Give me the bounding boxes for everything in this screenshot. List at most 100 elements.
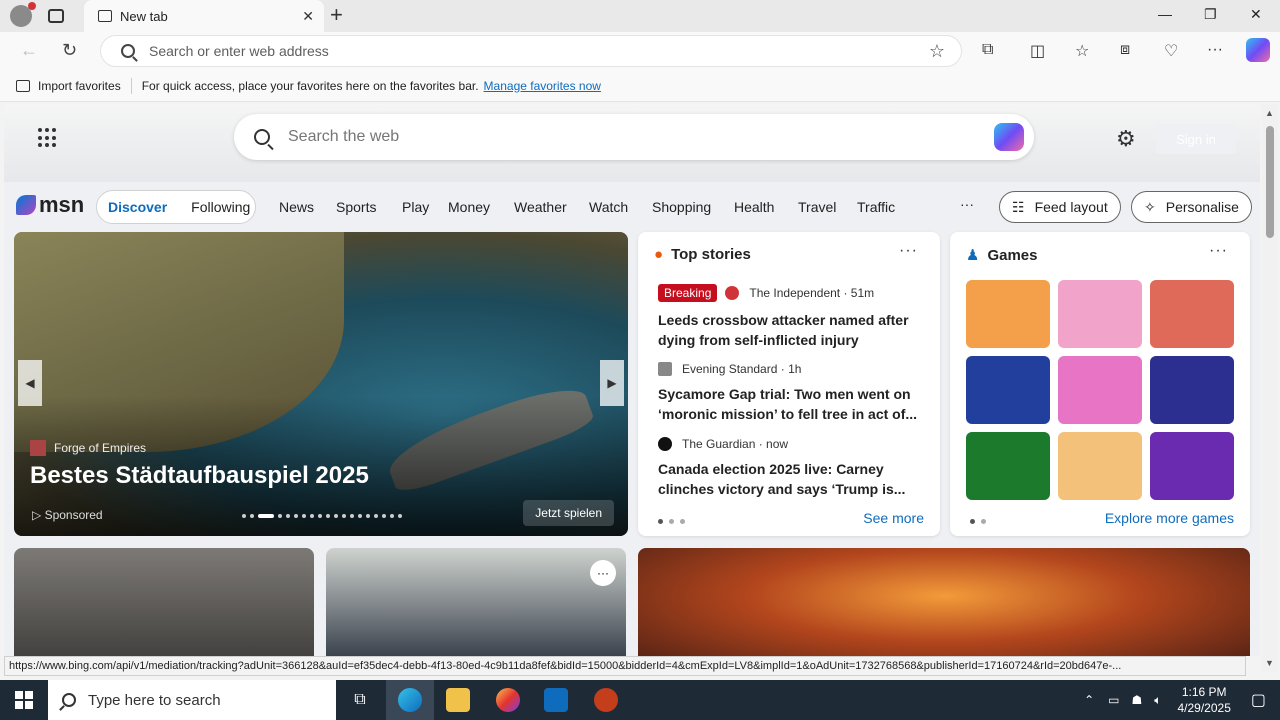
game-tile[interactable]: [1150, 356, 1234, 424]
msn-logo[interactable]: msn: [16, 192, 84, 218]
game-tile[interactable]: [966, 432, 1050, 500]
card-more-icon[interactable]: ···: [1209, 242, 1228, 260]
game-tile[interactable]: [966, 356, 1050, 424]
copilot-icon[interactable]: [994, 123, 1024, 151]
network-icon[interactable]: ☗: [1132, 693, 1143, 707]
hero-title[interactable]: Bestes Städtaufbauspiel 2025: [30, 462, 369, 490]
task-view-icon[interactable]: ⧉: [336, 680, 384, 720]
browser-essentials-icon[interactable]: ♡: [1164, 41, 1178, 61]
game-tile[interactable]: [1058, 432, 1142, 500]
nav-money[interactable]: Money: [448, 199, 490, 215]
personalise-icon: ✧: [1144, 198, 1156, 215]
story-headline[interactable]: Canada election 2025 live: Carney clinch…: [658, 459, 920, 499]
clock-time: 1:16 PM: [1181, 685, 1227, 699]
settings-gear-icon[interactable]: ⚙: [1116, 126, 1136, 152]
sliders-icon: ☷: [1012, 198, 1025, 215]
powerpoint-icon[interactable]: [582, 680, 630, 720]
refresh-icon[interactable]: ↻: [62, 40, 77, 61]
more-menu-icon[interactable]: ···: [1207, 41, 1223, 59]
start-button[interactable]: [0, 680, 48, 720]
minimize-icon[interactable]: —: [1158, 6, 1172, 22]
clock[interactable]: 1:16 PM 4/29/2025: [1177, 684, 1230, 716]
extensions-icon[interactable]: ⧉: [982, 41, 993, 59]
nav-sports[interactable]: Sports: [336, 199, 376, 215]
feed-layout-label: Feed layout: [1034, 199, 1108, 215]
web-search-box[interactable]: Search the web: [234, 114, 1034, 160]
carousel-next-icon[interactable]: ▶: [600, 360, 624, 406]
firefox-icon[interactable]: [484, 680, 532, 720]
story-item[interactable]: Evening Standard · 1h Sycamore Gap trial…: [658, 362, 920, 424]
story-item[interactable]: The Guardian · now Canada election 2025 …: [658, 437, 920, 499]
scroll-up-icon[interactable]: ▲: [1265, 108, 1274, 118]
nav-play[interactable]: Play: [402, 199, 429, 215]
restore-icon[interactable]: ❐: [1204, 6, 1217, 23]
story-item[interactable]: Breaking The Independent · 51m Leeds cro…: [658, 284, 920, 350]
personalise-button[interactable]: ✧ Personalise: [1131, 191, 1252, 223]
favorite-star-icon[interactable]: ☆: [929, 41, 945, 62]
news-thumbnail[interactable]: ···: [326, 548, 626, 656]
copilot-icon[interactable]: [1246, 38, 1270, 62]
address-bar[interactable]: Search or enter web address ☆: [100, 35, 962, 67]
news-thumbnail[interactable]: [638, 548, 1250, 656]
favorites-bar: Import favorites For quick access, place…: [0, 70, 1280, 102]
volume-icon[interactable]: 🔈︎: [1154, 693, 1161, 708]
nav-news[interactable]: News: [279, 199, 314, 215]
feed-layout-button[interactable]: ☷ Feed layout: [999, 191, 1121, 223]
nav-health[interactable]: Health: [734, 199, 774, 215]
story-headline[interactable]: Leeds crossbow attacker named after dyin…: [658, 310, 920, 350]
new-tab-button[interactable]: +: [330, 4, 343, 26]
taskbar-search[interactable]: Type here to search: [48, 680, 336, 720]
import-favorites-button[interactable]: Import favorites: [38, 79, 121, 93]
scroll-down-icon[interactable]: ▼: [1265, 658, 1274, 668]
back-icon[interactable]: ←: [20, 40, 38, 61]
nav-more-icon[interactable]: ···: [960, 196, 974, 212]
carousel-prev-icon[interactable]: ◀: [18, 360, 42, 406]
news-thumbnail[interactable]: [14, 548, 314, 656]
favorites-icon[interactable]: ☆: [1075, 41, 1089, 61]
address-input[interactable]: Search or enter web address: [149, 43, 329, 59]
game-tile[interactable]: [1058, 356, 1142, 424]
file-explorer-icon[interactable]: [434, 680, 482, 720]
nav-travel[interactable]: Travel: [798, 199, 836, 215]
tab-following[interactable]: Following: [191, 199, 250, 215]
scrollbar-thumb[interactable]: [1266, 126, 1274, 238]
tab-actions-icon[interactable]: [48, 9, 64, 23]
hero-sponsored: ▷ Sponsored: [32, 508, 103, 522]
see-more-link[interactable]: See more: [863, 510, 924, 526]
sign-in-button[interactable]: Sign in: [1156, 124, 1236, 154]
profile-icon[interactable]: [10, 2, 36, 27]
outlook-icon[interactable]: [532, 680, 580, 720]
edge-taskbar-icon[interactable]: [386, 680, 434, 720]
top-stories-title: Top stories: [671, 246, 751, 263]
card-more-icon[interactable]: ···: [899, 242, 918, 260]
nav-watch[interactable]: Watch: [589, 199, 628, 215]
web-search-input[interactable]: Search the web: [288, 128, 399, 146]
game-tile[interactable]: [1150, 432, 1234, 500]
nav-shopping[interactable]: Shopping: [652, 199, 711, 215]
manage-favorites-link[interactable]: Manage favorites now: [484, 79, 601, 93]
independent-logo-icon: [725, 286, 740, 300]
tray-chevron-icon[interactable]: ⌃: [1084, 693, 1094, 707]
taskbar-search-input[interactable]: Type here to search: [88, 692, 221, 709]
collections-icon[interactable]: ⧈: [1120, 41, 1130, 59]
tab-discover[interactable]: Discover: [108, 199, 167, 215]
close-window-icon[interactable]: ✕: [1250, 6, 1262, 23]
notifications-icon[interactable]: ▢: [1251, 690, 1266, 710]
game-tile[interactable]: [966, 280, 1050, 348]
tab-new-tab[interactable]: New tab ✕: [84, 0, 324, 32]
nav-traffic[interactable]: Traffic: [857, 199, 895, 215]
hero-carousel[interactable]: Forge of Empires Bestes Städtaufbauspiel…: [14, 232, 628, 536]
device-icon[interactable]: ▭: [1108, 693, 1119, 707]
split-screen-icon[interactable]: ◫: [1030, 41, 1045, 61]
story-source-label: Evening Standard · 1h: [682, 362, 802, 376]
game-tile[interactable]: [1058, 280, 1142, 348]
explore-games-link[interactable]: Explore more games: [1105, 510, 1234, 526]
story-headline[interactable]: Sycamore Gap trial: Two men went on ‘mor…: [658, 384, 920, 424]
game-tile[interactable]: [1150, 280, 1234, 348]
page-scrollbar[interactable]: ▲ ▼: [1262, 104, 1278, 672]
nav-weather[interactable]: Weather: [514, 199, 567, 215]
apps-launcher-icon[interactable]: [38, 128, 58, 148]
card-more-icon[interactable]: ···: [590, 560, 616, 586]
hero-cta-button[interactable]: Jetzt spielen: [523, 500, 614, 526]
close-tab-icon[interactable]: ✕: [302, 8, 314, 25]
